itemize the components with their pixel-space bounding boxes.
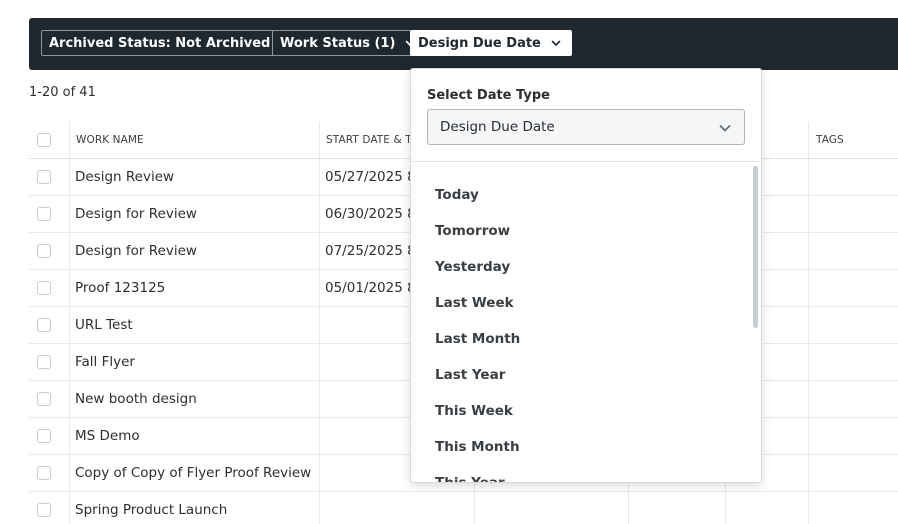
date-type-label: Select Date Type [427,88,550,103]
work-name-cell[interactable]: Fall Flyer [75,344,315,380]
row-checkbox[interactable] [37,355,51,369]
column-divider [319,492,320,524]
column-divider [808,159,809,195]
column-divider [319,159,320,195]
column-divider [319,418,320,454]
work-name-cell[interactable]: Design Review [75,159,315,195]
work-name-cell[interactable]: Copy of Copy of Flyer Proof Review [75,455,315,491]
table-row[interactable]: Spring Product Launch [29,492,898,524]
column-divider [808,270,809,306]
date-options-list: Today Tomorrow Yesterday Last Week Last Mont… [411,162,761,482]
column-divider [808,455,809,491]
column-divider [69,381,70,417]
start-date-cell [325,455,415,491]
column-divider [69,307,70,343]
start-date-cell: 05/27/2025 8: [325,169,415,185]
select-all-checkbox[interactable] [37,133,51,147]
date-option[interactable]: Last Year [435,367,505,383]
row-checkbox[interactable] [37,207,51,221]
chevron-down-icon [718,121,732,135]
date-option[interactable]: This Week [435,403,513,419]
column-divider [319,270,320,306]
start-date-cell [325,344,415,380]
column-divider [69,122,70,158]
work-name-cell[interactable]: URL Test [75,307,315,343]
filter-bar: Archived Status: Not Archived Work Statu… [29,18,898,70]
work-status-filter-label: Work Status (1) [280,35,396,51]
column-divider [474,492,475,524]
date-option[interactable]: Tomorrow [435,223,510,239]
dropdown-scrollbar[interactable] [753,166,758,328]
column-divider [808,233,809,269]
start-date-cell [325,307,415,343]
start-date-cell: 06/30/2025 8: [325,206,415,222]
date-option[interactable]: This Year [435,475,505,482]
design-due-date-filter[interactable]: Design Due Date [410,30,572,56]
column-divider [808,418,809,454]
chevron-down-icon [549,36,563,50]
column-header-start-date[interactable]: START DATE & TIME [326,122,411,158]
column-divider [808,307,809,343]
column-divider [628,492,629,524]
column-header-tags[interactable]: TAGS [816,122,876,158]
column-divider [69,418,70,454]
column-divider [808,492,809,524]
column-divider [808,196,809,232]
column-divider [319,233,320,269]
row-checkbox[interactable] [37,244,51,258]
column-divider [319,122,320,158]
work-name-cell[interactable]: New booth design [75,381,315,417]
column-divider [808,381,809,417]
work-name-cell[interactable]: Design for Review [75,233,315,269]
row-checkbox[interactable] [37,466,51,480]
column-divider [69,233,70,269]
start-date-cell [325,418,415,454]
date-type-select-value: Design Due Date [440,119,555,135]
date-option[interactable]: Today [435,187,479,203]
row-checkbox[interactable] [37,392,51,406]
row-checkbox[interactable] [37,503,51,517]
row-checkbox[interactable] [37,429,51,443]
work-name-cell[interactable]: Proof 123125 [75,270,315,306]
archived-status-filter[interactable]: Archived Status: Not Archived [41,30,302,56]
start-date-cell [325,381,415,417]
column-divider [69,270,70,306]
column-divider [69,344,70,380]
column-divider [69,455,70,491]
date-option[interactable]: Last Month [435,331,520,347]
start-date-cell: 07/25/2025 8: [325,243,415,259]
column-divider [69,196,70,232]
start-date-cell: 05/01/2025 8: [325,280,415,296]
column-divider [319,455,320,491]
work-name-cell[interactable]: Spring Product Launch [75,492,315,524]
work-name-cell[interactable]: MS Demo [75,418,315,454]
column-divider [69,492,70,524]
row-checkbox[interactable] [37,170,51,184]
design-due-date-filter-label: Design Due Date [418,35,541,51]
start-date-cell [325,492,415,524]
column-divider [808,344,809,380]
date-option[interactable]: Yesterday [435,259,510,275]
column-divider [808,122,809,158]
column-divider [319,307,320,343]
row-checkbox[interactable] [37,281,51,295]
result-count: 1-20 of 41 [29,85,96,100]
column-header-work-name[interactable]: WORK NAME [76,122,316,158]
work-name-cell[interactable]: Design for Review [75,196,315,232]
column-divider [69,159,70,195]
date-option[interactable]: This Month [435,439,520,455]
archived-status-filter-label: Archived Status: Not Archived [49,35,271,51]
date-type-dropdown: Select Date Type Design Due Date Today To… [410,68,762,483]
date-option[interactable]: Last Week [435,295,514,311]
column-divider [725,492,726,524]
work-status-filter[interactable]: Work Status (1) [272,30,427,56]
date-type-select[interactable]: Design Due Date [427,109,745,145]
column-divider [319,381,320,417]
column-divider [319,196,320,232]
column-divider [319,344,320,380]
row-checkbox[interactable] [37,318,51,332]
